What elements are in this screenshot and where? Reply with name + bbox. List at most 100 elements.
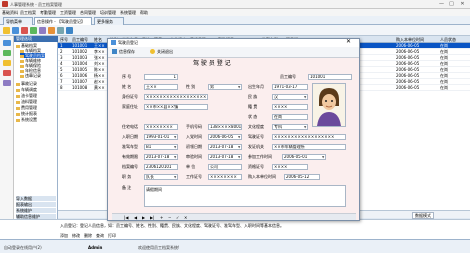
- cartype-label: 准驾车型: [122, 144, 138, 149]
- delete-record-button[interactable]: −: [168, 215, 171, 220]
- app-icon: [2, 1, 8, 7]
- arrive-value: 2006-06-05: [210, 134, 234, 139]
- tab-bar: 导航菜单 信息操作 - 【驾驶员登记】 更多服务: [0, 16, 470, 25]
- table-cell: 101008: [72, 85, 88, 90]
- empno-field[interactable]: 101001: [308, 74, 352, 80]
- refresh-icon[interactable]: [30, 27, 37, 34]
- info-text: 入员登记：登记人员信息，如：员工编号、姓名、性别、籍贯、民族、文化程度、驾驶证号…: [60, 223, 284, 228]
- online-users: 自动登录在线用户(2): [4, 245, 42, 250]
- import-icon[interactable]: [66, 27, 73, 34]
- panel-button[interactable]: 系统维护: [16, 208, 56, 213]
- table-cell: 8: [60, 85, 63, 90]
- cartype-select[interactable]: B1 ▼: [144, 144, 178, 150]
- report-icon[interactable]: [3, 70, 11, 76]
- car-icon[interactable]: [3, 40, 11, 46]
- native-field[interactable]: ××××: [272, 104, 308, 110]
- minimize-button[interactable]: —: [437, 1, 446, 7]
- issue-field[interactable]: 2013-07-18 ▼: [208, 144, 242, 150]
- addr-field[interactable]: ××市××县××镇: [144, 104, 208, 110]
- seq-field[interactable]: 1: [144, 74, 178, 80]
- issue-label: 初领日期: [186, 144, 202, 149]
- avatar: [313, 84, 345, 126]
- issuer-field[interactable]: ××市车辆管理所: [272, 144, 346, 150]
- tab-more-services[interactable]: 更多服务: [94, 17, 124, 25]
- maximize-button[interactable]: □: [447, 1, 456, 7]
- tree-item[interactable]: 油卡管理: [16, 93, 37, 98]
- exit-button[interactable]: 关闭退出: [157, 49, 173, 54]
- tel-field[interactable]: ××××××××: [144, 124, 178, 130]
- remark-textarea[interactable]: 请假期间: [144, 185, 346, 207]
- archive-field[interactable]: 2306120101: [144, 164, 178, 170]
- next-record-button[interactable]: ▶: [142, 215, 145, 220]
- tab-nav-menu[interactable]: 导航菜单: [3, 17, 33, 25]
- license-field[interactable]: ××××××××××××××××××: [272, 134, 346, 140]
- table-cell: 在岗: [440, 43, 448, 48]
- print-icon[interactable]: [48, 27, 55, 34]
- driver-photo[interactable]: [312, 83, 346, 127]
- birth-field[interactable]: 1971-03-17: [272, 84, 308, 90]
- search-icon[interactable]: [39, 27, 46, 34]
- table-cell: 101007: [72, 79, 88, 84]
- new-icon[interactable]: [3, 27, 10, 34]
- tree-item[interactable]: 油料管理: [16, 99, 37, 104]
- name-field[interactable]: 王××: [144, 84, 178, 90]
- tree-item[interactable]: 统计报表: [16, 111, 37, 116]
- valid-field[interactable]: 2013-07-18 ▼: [144, 154, 178, 160]
- certno-label: 资格证号: [248, 164, 264, 169]
- train-field[interactable]: 2006-05-01 ▼: [282, 154, 326, 160]
- add-record-button[interactable]: +: [160, 215, 163, 220]
- culture-label: 文化程度: [248, 124, 264, 129]
- hire-field[interactable]: 1993-01-01 ▼: [144, 134, 178, 140]
- status-field[interactable]: 在岗: [272, 114, 308, 120]
- table-cell: 101005: [72, 67, 88, 72]
- tree-item[interactable]: 系统设置: [16, 117, 37, 122]
- panel-button[interactable]: 导入数据: [16, 196, 56, 201]
- idcard-field[interactable]: ××××××××××××××××××: [144, 94, 208, 100]
- table-cell: 2006-06-05: [396, 85, 420, 90]
- panel-button[interactable]: 报表输出: [16, 202, 56, 207]
- folder-icon: [16, 82, 20, 86]
- view-mode-select[interactable]: 数据模式: [412, 212, 434, 219]
- tree-item[interactable]: 事故记录: [16, 81, 37, 86]
- table-cell: 在岗: [440, 61, 448, 66]
- unit-field[interactable]: 公司: [208, 164, 242, 170]
- first-record-button[interactable]: |◀: [124, 215, 128, 220]
- tree-item-label: 系统设置: [21, 117, 37, 122]
- native-label: 籍 贯: [248, 104, 258, 109]
- save-button[interactable]: 信息保存: [119, 49, 135, 54]
- close-window-button[interactable]: ✕: [458, 1, 467, 7]
- culture-select[interactable]: 专科 ▼: [272, 124, 308, 130]
- tree-item[interactable]: 车辆调度: [16, 87, 37, 92]
- sex-value: 男: [210, 84, 214, 89]
- last-record-button[interactable]: ▶|: [150, 215, 154, 220]
- edit-icon[interactable]: [12, 27, 19, 34]
- workcert-field[interactable]: ××××××××: [208, 174, 242, 180]
- buydate-field[interactable]: 2006-05-12: [284, 174, 320, 180]
- arrive-field[interactable]: 2006-06-05 ▼: [208, 134, 242, 140]
- tab-driver-register[interactable]: 信息操作 - 【驾驶员登记】: [34, 17, 92, 25]
- prev-record-button[interactable]: ◀: [134, 215, 137, 220]
- post-record-button[interactable]: ✓: [176, 215, 179, 220]
- close-dialog-button[interactable]: ✕: [346, 39, 351, 45]
- export-icon[interactable]: [57, 27, 64, 34]
- review-value: 2013-07-18: [210, 154, 234, 159]
- tree-item-label: 费用管理: [21, 105, 37, 110]
- folder-icon: [16, 88, 20, 92]
- license-label: 驾驶证号: [248, 134, 264, 139]
- sex-select[interactable]: 男 ▼: [208, 84, 242, 90]
- delete-icon[interactable]: [21, 27, 28, 34]
- cancel-record-button[interactable]: ✕: [184, 215, 187, 220]
- tree-item[interactable]: 费用管理: [16, 105, 37, 110]
- user-icon[interactable]: [3, 50, 11, 56]
- dialog-toolbar: 信息保存 关闭退出: [108, 47, 359, 58]
- gear-icon[interactable]: [3, 80, 11, 86]
- tab-label: 更多服务: [97, 19, 113, 24]
- nation-select[interactable]: 汉 ▼: [272, 94, 308, 100]
- train-label: 参加工作时间: [248, 154, 272, 159]
- mobile-field[interactable]: 138××××8001: [208, 124, 242, 130]
- review-field[interactable]: 2013-07-18 ▼: [208, 154, 242, 160]
- certno-field[interactable]: ××××: [272, 164, 308, 170]
- post-select[interactable]: 队长 ▼: [144, 174, 178, 180]
- folder-icon[interactable]: [3, 60, 11, 66]
- tree-item[interactable]: 违章记录: [20, 73, 41, 78]
